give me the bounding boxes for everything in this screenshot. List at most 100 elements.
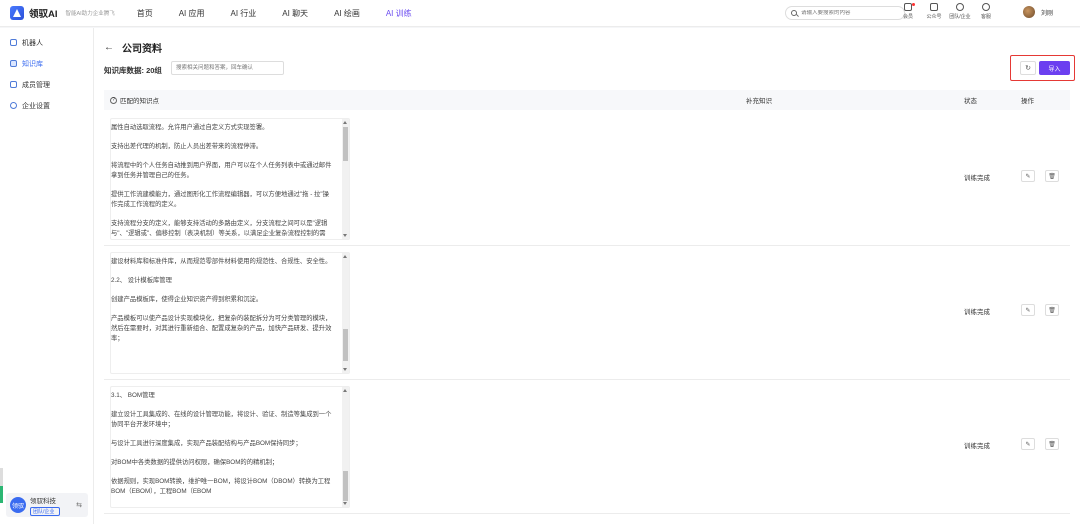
knowledge-count: 知识库数据: 20组 <box>104 66 162 75</box>
scrollbar[interactable] <box>342 119 349 239</box>
user-name: 刘刚 <box>1041 10 1054 17</box>
logo-icon <box>10 6 24 20</box>
scroll-up-icon[interactable] <box>343 255 347 258</box>
nav-ai-industry[interactable]: AI 行业 <box>231 8 257 19</box>
org-tag: 团队/企业 <box>30 506 60 516</box>
membership-label: 会员 <box>902 14 913 20</box>
knowledge-paragraph: 支持出差代理的机制，防止人员出差带来的流程停滞。 <box>111 143 263 150</box>
org-avatar: 领驭 <box>10 497 26 513</box>
scrollbar[interactable] <box>342 253 349 373</box>
avatar[interactable] <box>1023 6 1035 18</box>
knowledge-paragraph: 2.2、 设计模板库管理 <box>111 277 172 284</box>
team-label: 团队/企业 <box>949 14 971 20</box>
edit-button[interactable]: ✎ <box>1021 438 1035 450</box>
scroll-thumb[interactable] <box>343 471 348 501</box>
nav-ai-apps[interactable]: AI 应用 <box>179 8 205 19</box>
robot-icon <box>10 39 17 46</box>
official-account-button[interactable]: 公众号 <box>921 3 947 20</box>
org-name: 领驭科技 <box>30 497 56 505</box>
user-menu[interactable]: 刘刚 <box>1023 6 1053 18</box>
status-text: 训练完成 <box>964 443 990 450</box>
official-account-label: 公众号 <box>926 14 942 20</box>
sidebar-item-label: 企业设置 <box>22 102 50 110</box>
membership-button[interactable]: 会员 <box>895 3 921 20</box>
knowledge-text-cell[interactable]: 属性自动选取流程。允许用户通过自定义方式实现签署。 支持出差代理的机制，防止人员… <box>110 118 350 240</box>
brand-logo[interactable]: 领驭AI 智能AI助力企业腾飞 <box>10 6 115 20</box>
sidebar: 机器人 知识库 成员管理 企业设置 领驭 领驭科技 团队/企业 ⇆ <box>0 28 94 524</box>
brand-name: 领驭AI <box>29 9 58 20</box>
org-switcher[interactable]: 领驭 领驭科技 团队/企业 ⇆ <box>6 493 88 517</box>
header-actions: 会员 公众号 团队/企业 客服 <box>895 3 999 20</box>
knowledge-text-cell[interactable]: 建设材料库和标准件库，从而规范零部件材料使用的规范性、合规性、安全性。 2.2、… <box>110 252 350 374</box>
knowledge-paragraph: 对BOM中各类数据的提供访问权限，确保BOM的的精机制； <box>111 459 279 466</box>
knowledge-paragraph: 建立设计工具集成的、在线的设计管理功能，将设计、验证、制造等集成到一个协同平台开… <box>111 411 332 428</box>
headset-icon <box>982 3 990 11</box>
column-actions: 操作 <box>1021 98 1034 105</box>
global-search[interactable] <box>785 6 905 20</box>
global-search-input[interactable] <box>801 10 896 16</box>
knowledge-paragraph: 产品模板可以使产品设计实现模块化，把复杂的装配拆分为可分类管理的模块，然后在需要… <box>111 315 332 342</box>
back-arrow-icon[interactable]: ← <box>104 42 114 53</box>
brand-slogan: 智能AI助力企业腾飞 <box>65 11 115 17</box>
refresh-button[interactable]: ↻ <box>1020 61 1036 75</box>
main-nav: 首页 AI 应用 AI 行业 AI 聊天 AI 绘画 AI 训练 <box>137 8 438 19</box>
edit-button[interactable]: ✎ <box>1021 170 1035 182</box>
scroll-down-icon[interactable] <box>343 502 347 505</box>
sidebar-item-knowledge-base[interactable]: 知识库 <box>0 53 93 74</box>
main-content: ← 公司资料 知识库数据: 20组 ↻ 导入 ? 匹配的知识点 补充知识 状态 … <box>94 28 1080 524</box>
table-row: 属性自动选取流程。允许用户通过自定义方式实现签署。 支持出差代理的机制，防止人员… <box>104 112 1070 246</box>
delete-button[interactable]: 🗑 <box>1045 170 1059 182</box>
column-supplement: 补充知识 <box>746 98 772 105</box>
knowledge-search-input[interactable] <box>171 61 284 75</box>
scroll-thumb[interactable] <box>343 127 348 161</box>
knowledge-paragraph: 依据规则，实现BOM转换，维护唯一BOM，将设计BOM（DBOM）转换为工程BO… <box>111 478 331 495</box>
status-text: 训练完成 <box>964 309 990 316</box>
search-icon <box>791 10 797 16</box>
edit-button[interactable]: ✎ <box>1021 304 1035 316</box>
nav-ai-chat[interactable]: AI 聊天 <box>282 8 308 19</box>
delete-button[interactable]: 🗑 <box>1045 304 1059 316</box>
progress-fill <box>0 485 3 503</box>
column-label: 匹配的知识点 <box>120 98 159 105</box>
knowledge-paragraph: 3.1、 BOM管理 <box>111 392 155 399</box>
knowledge-paragraph: 属性自动选取流程。允许用户通过自定义方式实现签署。 <box>111 124 269 131</box>
knowledge-text-cell[interactable]: 3.1、 BOM管理 建立设计工具集成的、在线的设计管理功能，将设计、验证、制造… <box>110 386 350 508</box>
nav-ai-drawing[interactable]: AI 绘画 <box>334 8 360 19</box>
nav-home[interactable]: 首页 <box>137 8 153 19</box>
table-header: ? 匹配的知识点 补充知识 状态 操作 <box>104 90 1070 110</box>
sidebar-item-label: 知识库 <box>22 60 43 68</box>
phone-icon <box>930 3 938 11</box>
switch-icon[interactable]: ⇆ <box>76 501 82 509</box>
sidebar-item-label: 机器人 <box>22 39 43 47</box>
scroll-down-icon[interactable] <box>343 234 347 237</box>
scroll-up-icon[interactable] <box>343 389 347 392</box>
question-circle-icon: ? <box>110 96 117 104</box>
progress-indicator <box>0 468 3 503</box>
team-button[interactable]: 团队/企业 <box>947 3 973 20</box>
sidebar-item-members[interactable]: 成员管理 <box>0 74 93 95</box>
customer-service-label: 客服 <box>980 14 991 20</box>
import-button[interactable]: 导入 <box>1039 61 1070 75</box>
knowledge-paragraph: 创建产品模板库，使得企业知识资产得到积累和沉淀。 <box>111 296 263 303</box>
customer-service-button[interactable]: 客服 <box>973 3 999 20</box>
sidebar-item-robot[interactable]: 机器人 <box>0 32 93 53</box>
knowledge-paragraph: 将流程中的个人任务自动推到用户界面，用户可以在个人任务列表中或通过邮件拿到任务并… <box>111 162 332 179</box>
column-matched-knowledge: ? 匹配的知识点 <box>110 95 159 105</box>
delete-button[interactable]: 🗑 <box>1045 438 1059 450</box>
sidebar-item-label: 成员管理 <box>22 81 50 89</box>
status-text: 训练完成 <box>964 175 990 182</box>
members-icon <box>10 81 17 88</box>
page-title: 公司资料 <box>122 44 162 55</box>
top-navigation-bar: 领驭AI 智能AI助力企业腾飞 首页 AI 应用 AI 行业 AI 聊天 AI … <box>0 0 1080 27</box>
knowledge-paragraph: 支持流程分支的定义，能够支持活动的多路由定义，分支流程之间可以是"逻辑与"、"逻… <box>111 220 328 237</box>
team-icon <box>956 3 964 11</box>
scrollbar[interactable] <box>342 387 349 507</box>
scroll-thumb[interactable] <box>343 329 348 361</box>
table-row: 建设材料库和标准件库，从而规范零部件材料使用的规范性、合规性、安全性。 2.2、… <box>104 246 1070 380</box>
nav-ai-training[interactable]: AI 训练 <box>386 8 412 19</box>
sidebar-item-enterprise-settings[interactable]: 企业设置 <box>0 95 93 116</box>
scroll-down-icon[interactable] <box>343 368 347 371</box>
book-icon <box>10 60 17 67</box>
scroll-up-icon[interactable] <box>343 121 347 124</box>
settings-icon <box>10 102 17 109</box>
